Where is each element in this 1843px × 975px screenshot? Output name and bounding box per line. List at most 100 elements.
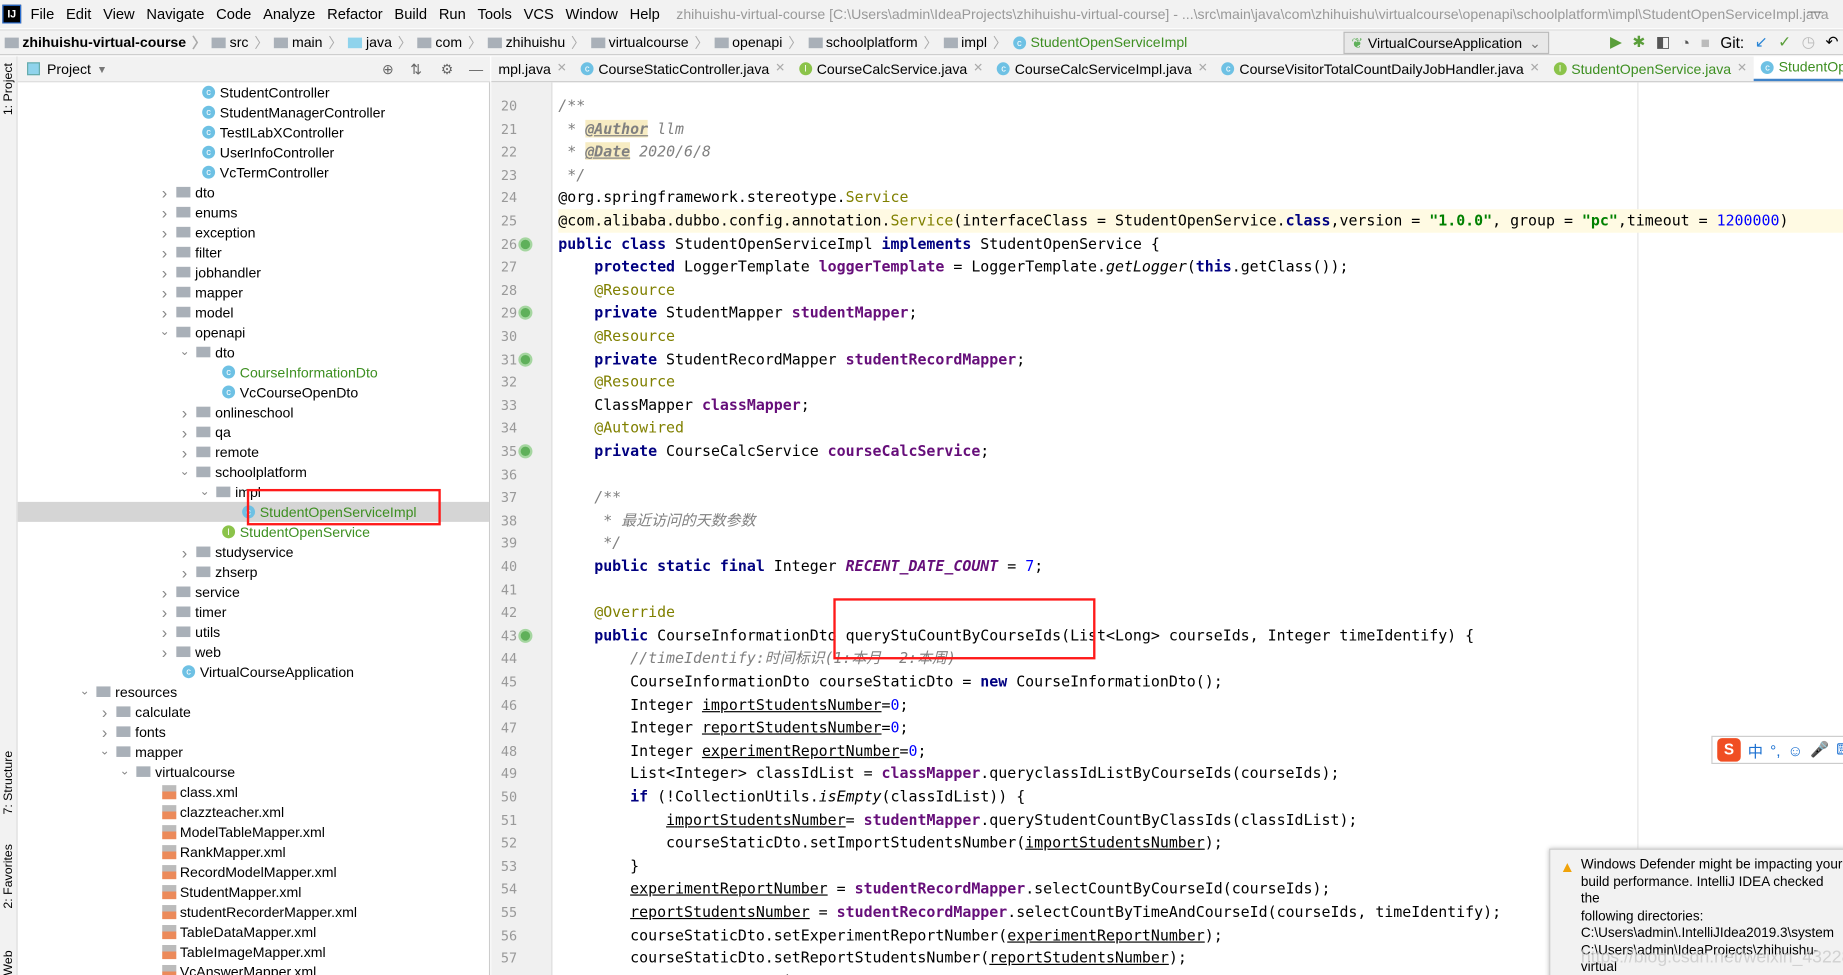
menu-edit[interactable]: Edit (66, 6, 91, 22)
breadcrumb-item[interactable]: src 〉 (212, 32, 274, 52)
tree-item[interactable]: c StudentController (18, 82, 489, 102)
tree-item[interactable]: › filter (18, 242, 489, 262)
close-icon[interactable]: ✕ (557, 62, 567, 75)
tree-item[interactable]: › onlineschool (18, 402, 489, 422)
tool-tab-favorites[interactable]: 2: Favorites (1, 844, 15, 908)
collapse-all-icon[interactable]: ⇅ (410, 61, 422, 77)
chevron-right-icon[interactable]: › (159, 622, 171, 641)
tree-item[interactable]: c UserInfoController (18, 142, 489, 162)
tree-item[interactable]: › utils (18, 622, 489, 642)
breadcrumb-item[interactable]: schoolplatform 〉 (808, 32, 943, 52)
menu-vcs[interactable]: VCS (524, 6, 554, 22)
breadcrumb-item[interactable]: openapi 〉 (714, 32, 809, 52)
tab-studentopenserviceimpl-java[interactable]: c StudentOpenServiceImpl.java (1753, 56, 1843, 82)
ime-item[interactable]: ⌨ (1836, 740, 1843, 759)
tree-item[interactable]: studentRecorderMapper.xml (18, 902, 489, 922)
tab-coursecalcserviceimpl-java[interactable]: c CourseCalcServiceImpl.java ✕ (990, 56, 1215, 81)
chevron-right-icon[interactable]: › (159, 223, 171, 242)
chevron-right-icon[interactable]: › (179, 423, 191, 442)
tab-coursestaticcontroller-java[interactable]: c CourseStaticController.java ✕ (574, 56, 792, 81)
coverage-icon[interactable]: ◧ (1656, 33, 1670, 52)
breadcrumb-item[interactable]: main 〉 (274, 32, 348, 52)
chevron-down-icon[interactable]: ⌄ (159, 326, 171, 339)
tree-item[interactable]: › timer (18, 602, 489, 622)
tree-item[interactable]: › web (18, 642, 489, 662)
tab-coursevisitortotalcountdailyjobhandler-java[interactable]: c CourseVisitorTotalCountDailyJobHandler.… (1215, 56, 1547, 81)
tree-item[interactable]: › qa (18, 422, 489, 442)
chevron-right-icon[interactable]: › (159, 243, 171, 262)
ime-item[interactable]: °, (1770, 741, 1780, 759)
chevron-down-icon[interactable]: ⌄ (179, 346, 191, 359)
menu-help[interactable]: Help (630, 6, 660, 22)
chevron-right-icon[interactable]: › (159, 183, 171, 202)
breadcrumb-item[interactable]: zhihuishu 〉 (487, 32, 591, 52)
debug-icon[interactable]: ✱ (1632, 33, 1645, 52)
breadcrumb-item[interactable]: c StudentOpenServiceImpl (1012, 34, 1187, 51)
chevron-right-icon[interactable]: › (159, 263, 171, 282)
chevron-down-icon[interactable]: ⌄ (199, 485, 211, 498)
tree-item[interactable]: TableImageMapper.xml (18, 941, 489, 961)
gear-icon[interactable]: ⚙ (441, 61, 454, 77)
run-icon[interactable]: ▶ (1610, 33, 1622, 52)
chevron-right-icon[interactable]: › (99, 702, 111, 721)
rollback-icon[interactable]: ↶ (1825, 33, 1838, 52)
git-update-icon[interactable]: ↙ (1755, 33, 1768, 52)
tab-coursecalcservice-java[interactable]: I CourseCalcService.java ✕ (792, 56, 990, 81)
tree-item[interactable]: ⌄ mapper (18, 742, 489, 762)
tree-item[interactable]: class.xml (18, 782, 489, 802)
tree-item[interactable]: ⌄ resources (18, 682, 489, 702)
menu-build[interactable]: Build (394, 6, 427, 22)
hide-icon[interactable]: — (469, 61, 483, 77)
tree-item[interactable]: ⌄ openapi (18, 322, 489, 342)
code-editor[interactable]: /** * @Author llm * @Date 2020/6/8 */ @or… (552, 82, 1843, 975)
breadcrumb-item[interactable]: zhihuishu-virtual-course 〉 (4, 32, 212, 52)
spring-bean-icon[interactable] (518, 352, 533, 367)
breadcrumb-item[interactable]: impl 〉 (943, 32, 1012, 52)
chevron-right-icon[interactable]: › (99, 722, 111, 741)
tree-item[interactable]: › jobhandler (18, 262, 489, 282)
tool-tab-structure[interactable]: 7: Structure (1, 751, 15, 815)
chevron-right-icon[interactable]: › (179, 562, 191, 581)
tree-item[interactable]: › dto (18, 182, 489, 202)
menu-window[interactable]: Window (566, 6, 618, 22)
tree-item[interactable]: StudentMapper.xml (18, 882, 489, 902)
chevron-down-icon[interactable]: ⌄ (179, 465, 191, 478)
tree-item[interactable]: c VcTermController (18, 162, 489, 182)
breadcrumb-item[interactable]: java 〉 (348, 32, 417, 52)
tree-item[interactable]: › enums (18, 202, 489, 222)
close-icon[interactable]: ✕ (1737, 62, 1747, 75)
chevron-right-icon[interactable]: › (159, 303, 171, 322)
git-commit-icon[interactable]: ✓ (1778, 33, 1791, 52)
tree-item[interactable]: VcAnswerMapper.xml (18, 961, 489, 975)
breadcrumb-item[interactable]: com 〉 (417, 32, 488, 52)
tree-item[interactable]: RecordModelMapper.xml (18, 862, 489, 882)
chevron-right-icon[interactable]: › (179, 403, 191, 422)
profile-icon[interactable]: ◔ (1681, 33, 1690, 51)
tree-item[interactable]: › exception (18, 222, 489, 242)
tree-item[interactable]: › remote (18, 442, 489, 462)
tree-item[interactable]: TableDataMapper.xml (18, 921, 489, 941)
git-history-icon[interactable]: ◷ (1802, 33, 1815, 52)
close-icon[interactable]: ✕ (973, 62, 983, 75)
ime-item[interactable]: 中 (1748, 739, 1763, 761)
chevron-right-icon[interactable]: › (179, 443, 191, 462)
tree-item[interactable]: ⌄ dto (18, 342, 489, 362)
tree-item[interactable]: › zhserp (18, 562, 489, 582)
chevron-right-icon[interactable]: › (159, 203, 171, 222)
tree-item[interactable]: ⌄ schoolplatform (18, 462, 489, 482)
tool-tab-web[interactable]: Web (1, 950, 15, 975)
chevron-down-icon[interactable]: ⌄ (79, 685, 91, 698)
menu-code[interactable]: Code (216, 6, 251, 22)
menu-analyze[interactable]: Analyze (263, 6, 315, 22)
menu-view[interactable]: View (103, 6, 135, 22)
minimize-button[interactable]: — (1808, 2, 1822, 18)
tree-item[interactable]: c StudentManagerController (18, 102, 489, 122)
spring-bean-icon[interactable] (518, 444, 533, 459)
tree-item[interactable]: › service (18, 582, 489, 602)
close-icon[interactable]: ✕ (775, 62, 785, 75)
ime-item[interactable]: ☺ (1788, 741, 1804, 759)
chevron-right-icon[interactable]: › (179, 542, 191, 561)
chevron-right-icon[interactable]: › (159, 602, 171, 621)
tool-tab-project[interactable]: 1: Project (1, 63, 15, 115)
tree-item[interactable]: c VirtualCourseApplication (18, 662, 489, 682)
